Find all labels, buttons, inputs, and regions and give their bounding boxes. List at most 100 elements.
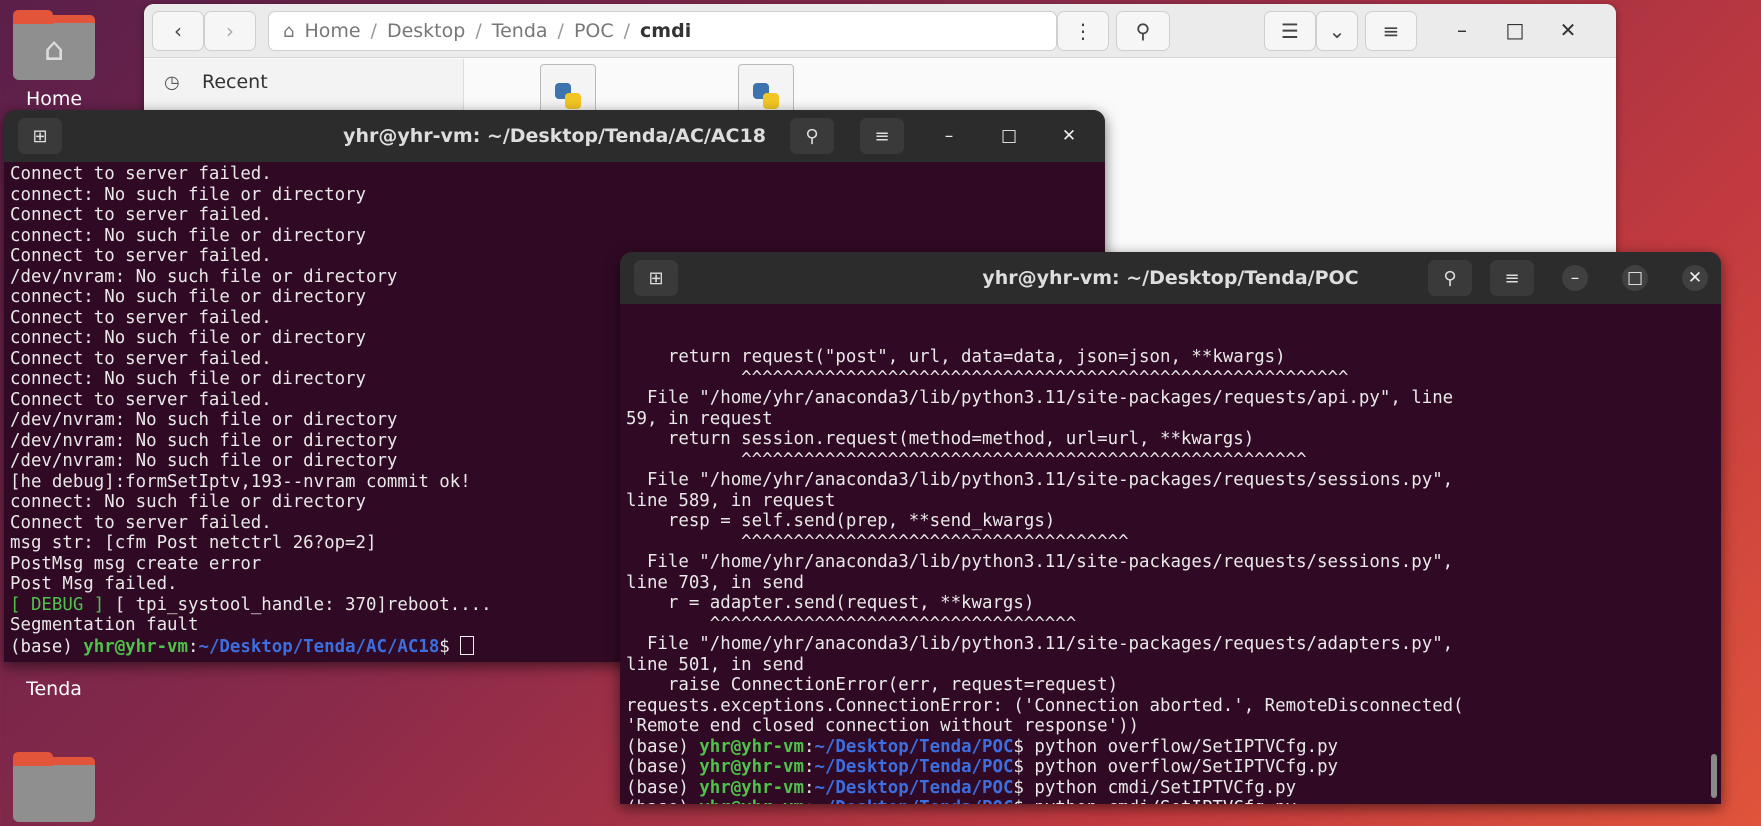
search-icon: ⚲ — [1443, 267, 1457, 289]
maximize-button[interactable]: □ — [1622, 265, 1648, 291]
output-line: ^^^^^^^^^^^^^^^^^^^^^^^^^^^^^^^^^^^^^^^^… — [626, 367, 1349, 388]
debug-message: [ tpi_systool_handle: 370]reboot.... — [104, 594, 492, 615]
clock-icon: ◷ — [164, 71, 180, 93]
sidebar-item-label: Recent — [202, 71, 268, 93]
prompt-dollar: $ — [1013, 757, 1035, 777]
search-button[interactable]: ⚲ — [1116, 11, 1170, 51]
new-tab-button[interactable]: ⊞ — [18, 118, 62, 154]
terminal-search-button[interactable]: ⚲ — [1428, 260, 1472, 296]
prompt-env: (base) — [626, 736, 700, 757]
breadcrumb-tenda[interactable]: Tenda — [492, 20, 548, 42]
new-tab-button[interactable]: ⊞ — [634, 260, 678, 296]
output-line: return request("post", url, data=data, j… — [626, 347, 1286, 367]
sidebar-item-recent[interactable]: ◷ Recent — [144, 59, 463, 105]
prompt-path: ~/Desktop/Tenda/POC — [814, 777, 1014, 798]
folder-icon — [13, 752, 95, 822]
minimize-button[interactable]: – — [1562, 265, 1588, 291]
terminal-menu-button[interactable]: ≡ — [860, 118, 904, 154]
prompt-user: yhr@yhr-vm — [699, 777, 804, 798]
chevron-right-icon: › — [226, 19, 234, 43]
prompt-env: (base) — [10, 636, 84, 657]
maximize-button[interactable]: □ — [996, 123, 1022, 149]
minimize-button[interactable]: – — [936, 123, 962, 149]
close-button[interactable]: ✕ — [1555, 18, 1581, 42]
output-line: requests.exceptions.ConnectionError: ('C… — [626, 695, 1464, 716]
prompt-user: yhr@yhr-vm — [699, 757, 804, 777]
chevron-left-icon: ‹ — [174, 19, 182, 43]
prompt-env: (base) — [626, 777, 700, 798]
output-line: line 589, in request — [626, 490, 836, 511]
breadcrumb-home[interactable]: Home — [304, 20, 360, 42]
terminal-title: yhr@yhr-vm: ~/Desktop/Tenda/AC/AC18 — [343, 125, 766, 147]
output-line: return session.request(method=method, ur… — [626, 429, 1255, 449]
breadcrumb-cmdi[interactable]: cmdi — [640, 20, 691, 42]
minimize-button[interactable]: – — [1449, 18, 1475, 42]
breadcrumb-poc[interactable]: POC — [574, 20, 614, 42]
close-button[interactable]: ✕ — [1682, 265, 1708, 291]
desktop-icon-folder[interactable] — [0, 752, 109, 826]
hamburger-icon: ≡ — [1382, 19, 1400, 43]
output-line: connect: No such file or directory — [10, 225, 366, 246]
text-cursor — [460, 635, 475, 655]
chevron-down-icon: ⌄ — [1328, 19, 1346, 43]
prompt-line: (base) yhr@yhr-vm:~/Desktop/Tenda/POC$ p… — [626, 778, 1721, 799]
output-line: ^^^^^^^^^^^^^^^^^^^^^^^^^^^^^^^^^^^ — [626, 613, 1077, 634]
output-line: 'Remote end closed connection without re… — [626, 716, 1140, 736]
scrollbar[interactable] — [1711, 754, 1717, 798]
prompt-colon: : — [804, 736, 815, 757]
prompt-colon: : — [804, 777, 815, 798]
kebab-menu-icon: ⋮ — [1073, 19, 1093, 43]
new-tab-icon: ⊞ — [32, 125, 48, 147]
output-line: File "/home/yhr/anaconda3/lib/python3.11… — [626, 388, 1454, 408]
close-button[interactable]: ✕ — [1056, 123, 1082, 149]
prompt-env: (base) — [626, 757, 700, 777]
prompt-dollar: $ — [1013, 736, 1035, 757]
output-line: raise ConnectionError(err, request=reque… — [626, 675, 1119, 695]
home-folder-icon: ⌂ — [13, 10, 95, 80]
desktop-icon-home[interactable]: ⌂ Home — [0, 10, 109, 110]
desktop-icon-label: Home — [25, 88, 83, 110]
output-line: ^^^^^^^^^^^^^^^^^^^^^^^^^^^^^^^^^^^^^^^^… — [626, 449, 1307, 470]
output-line: line 703, in send — [626, 572, 804, 593]
prompt-env: (base) — [626, 798, 699, 804]
prompt-path: ~/Desktop/Tenda/AC/AC18 — [198, 636, 440, 657]
hamburger-icon: ≡ — [874, 125, 890, 147]
prompt-colon: : — [804, 757, 815, 777]
command-text: python cmdi/SetIPTVCfg.py — [1034, 798, 1296, 804]
file-manager-header: ‹ › ⌂ Home / Desktop / Tenda / POC / cmd… — [144, 4, 1616, 58]
forward-button[interactable]: › — [204, 11, 256, 51]
terminal-output[interactable]: return request("post", url, data=data, j… — [620, 304, 1721, 804]
prompt-colon: : — [804, 798, 814, 804]
prompt-colon: : — [188, 636, 199, 657]
breadcrumb-desktop[interactable]: Desktop — [387, 20, 465, 42]
prompt-path: ~/Desktop/Tenda/POC — [814, 798, 1013, 804]
command-text: python cmdi/SetIPTVCfg.py — [1034, 777, 1297, 798]
desktop-icon-tenda[interactable]: Tenda — [0, 678, 109, 700]
maximize-button[interactable]: □ — [1502, 18, 1528, 42]
search-icon: ⚲ — [1135, 19, 1151, 43]
output-line: line 501, in send — [626, 654, 804, 675]
back-button[interactable]: ‹ — [152, 11, 204, 51]
terminal-window-poc[interactable]: ⊞ yhr@yhr-vm: ~/Desktop/Tenda/POC ⚲ ≡ – … — [620, 252, 1721, 804]
output-line: File "/home/yhr/anaconda3/lib/python3.11… — [626, 634, 1454, 654]
output-line: File "/home/yhr/anaconda3/lib/python3.11… — [626, 470, 1454, 490]
new-tab-icon: ⊞ — [648, 267, 664, 289]
terminal-menu-button[interactable]: ≡ — [1490, 260, 1534, 296]
output-line: Connect to server failed. — [10, 164, 272, 184]
prompt-line: (base) yhr@yhr-vm:~/Desktop/Tenda/POC$ p… — [626, 737, 1721, 758]
hamburger-icon: ≡ — [1504, 267, 1520, 289]
terminal-titlebar: ⊞ yhr@yhr-vm: ~/Desktop/Tenda/POC ⚲ ≡ – … — [620, 252, 1721, 304]
view-options-button[interactable]: ⌄ — [1316, 11, 1358, 51]
list-icon: ☰ — [1281, 19, 1299, 43]
path-menu-button[interactable]: ⋮ — [1057, 11, 1109, 51]
output-line: Connect to server failed. — [10, 205, 272, 225]
terminal-titlebar: ⊞ yhr@yhr-vm: ~/Desktop/Tenda/AC/AC18 ⚲ … — [4, 110, 1105, 162]
output-line: 59, in request — [626, 408, 773, 429]
output-line: File "/home/yhr/anaconda3/lib/python3.11… — [626, 552, 1454, 572]
terminal-title: yhr@yhr-vm: ~/Desktop/Tenda/POC — [982, 267, 1359, 289]
home-icon: ⌂ — [283, 20, 295, 42]
output-line: resp = self.send(prep, **send_kwargs) — [626, 511, 1056, 531]
main-menu-button[interactable]: ≡ — [1365, 11, 1417, 51]
list-view-button[interactable]: ☰ — [1264, 11, 1316, 51]
terminal-search-button[interactable]: ⚲ — [790, 118, 834, 154]
